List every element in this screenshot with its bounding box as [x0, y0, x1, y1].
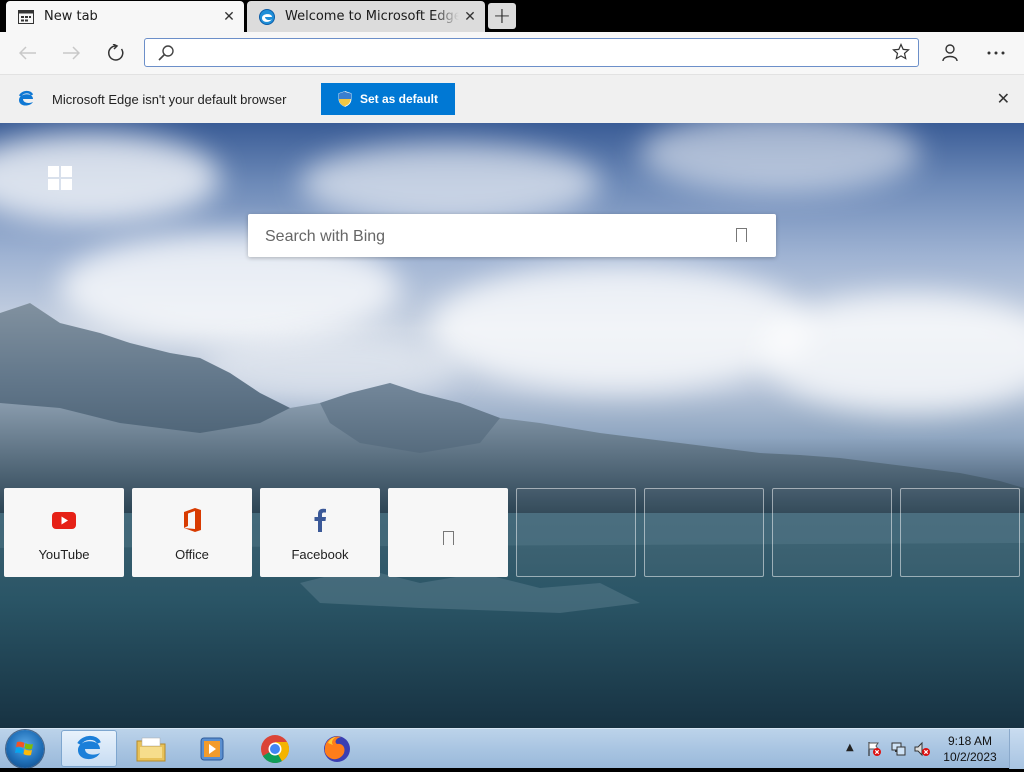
- newtab-page-icon: [18, 9, 34, 25]
- network-icon[interactable]: [890, 741, 906, 757]
- close-infobar-icon[interactable]: ✕: [997, 89, 1010, 108]
- taskbar-edge[interactable]: [61, 730, 117, 767]
- bing-search-box[interactable]: [248, 214, 776, 257]
- tab-new-tab[interactable]: New tab ✕: [6, 1, 244, 32]
- address-bar[interactable]: [144, 38, 919, 67]
- edge-icon: [77, 735, 101, 759]
- taskbar-media-player[interactable]: [184, 730, 240, 767]
- back-button[interactable]: [13, 38, 43, 68]
- taskbar-firefox[interactable]: [309, 730, 365, 767]
- edge-logo-icon: [18, 90, 34, 106]
- tray-expand-icon[interactable]: ▲: [846, 742, 854, 753]
- refresh-icon: [108, 44, 124, 61]
- top-site-office[interactable]: Office: [132, 488, 252, 577]
- back-arrow-icon: [19, 46, 36, 60]
- address-input[interactable]: [183, 42, 887, 65]
- forward-button[interactable]: [56, 38, 86, 68]
- forward-arrow-icon: [63, 46, 80, 60]
- windows-flag-icon: [15, 741, 33, 756]
- profile-button[interactable]: [935, 38, 965, 68]
- visual-search-icon[interactable]: [736, 228, 747, 242]
- system-tray: ▲ 9:18 AM 10/2/2023: [824, 729, 1024, 769]
- top-site-youtube[interactable]: YouTube: [4, 488, 124, 577]
- top-site-label: Facebook: [291, 547, 349, 562]
- top-site-empty-slot[interactable]: [516, 488, 636, 577]
- media-player-icon: [200, 737, 224, 760]
- set-as-default-label: Set as default: [359, 92, 439, 106]
- taskbar-clock[interactable]: 9:18 AM 10/2/2023: [940, 733, 1000, 765]
- top-site-empty-slot[interactable]: [644, 488, 764, 577]
- top-site-label: Office: [175, 547, 209, 562]
- clock-date: 10/2/2023: [943, 750, 997, 764]
- firefox-icon: [324, 735, 350, 762]
- show-desktop-button[interactable]: [1009, 729, 1024, 769]
- top-site-label: YouTube: [38, 547, 90, 562]
- refresh-button[interactable]: [101, 38, 131, 68]
- tab-label: New tab: [44, 9, 98, 24]
- search-icon: [158, 45, 174, 61]
- top-site-add[interactable]: [388, 488, 508, 577]
- tab-welcome[interactable]: Welcome to Microsoft Edge Beta ✕: [247, 1, 485, 32]
- set-as-default-button[interactable]: Set as default: [321, 83, 455, 115]
- new-tab-page: YouTube Office Facebook: [0, 123, 1024, 728]
- top-site-facebook[interactable]: Facebook: [260, 488, 380, 577]
- clock-time: 9:18 AM: [947, 734, 993, 748]
- top-site-empty-slot[interactable]: [900, 488, 1020, 577]
- new-tab-button[interactable]: +: [488, 3, 516, 29]
- taskbar-chrome[interactable]: [247, 730, 303, 767]
- chrome-icon: [261, 734, 289, 763]
- office-icon: [132, 508, 252, 532]
- taskbar-file-explorer[interactable]: [123, 730, 179, 767]
- tab-strip: New tab ✕ Welcome to Microsoft Edge Beta…: [0, 0, 1024, 32]
- edge-icon: [259, 8, 275, 25]
- browser-toolbar: [0, 32, 1024, 74]
- background-cloud: [300, 143, 600, 223]
- profile-icon: [942, 44, 958, 62]
- background-cloud: [640, 123, 920, 193]
- youtube-icon: [4, 508, 124, 532]
- action-center-flag-icon[interactable]: [866, 741, 882, 757]
- bing-search-input[interactable]: [263, 224, 717, 250]
- tab-label: Welcome to Microsoft Edge Beta: [285, 9, 459, 24]
- close-tab-icon[interactable]: ✕: [218, 6, 240, 28]
- placeholder-icon: [388, 526, 508, 550]
- file-explorer-icon: [136, 737, 166, 761]
- windows-taskbar: ▲ 9:18 AM 10/2/2023: [0, 728, 1024, 769]
- start-button[interactable]: [6, 730, 44, 768]
- windows-logo-icon: [48, 166, 72, 190]
- facebook-icon: [260, 508, 380, 532]
- close-tab-icon[interactable]: ✕: [459, 6, 481, 28]
- background-cloud: [0, 133, 220, 223]
- settings-more-button[interactable]: [981, 38, 1011, 68]
- favorite-star-icon[interactable]: [892, 43, 910, 61]
- more-dots-icon: [987, 51, 1005, 55]
- infobar-message: Microsoft Edge isn't your default browse…: [52, 92, 287, 107]
- shield-icon: [338, 91, 352, 107]
- volume-muted-icon[interactable]: [914, 741, 930, 757]
- top-site-empty-slot[interactable]: [772, 488, 892, 577]
- default-browser-infobar: Microsoft Edge isn't your default browse…: [0, 74, 1024, 123]
